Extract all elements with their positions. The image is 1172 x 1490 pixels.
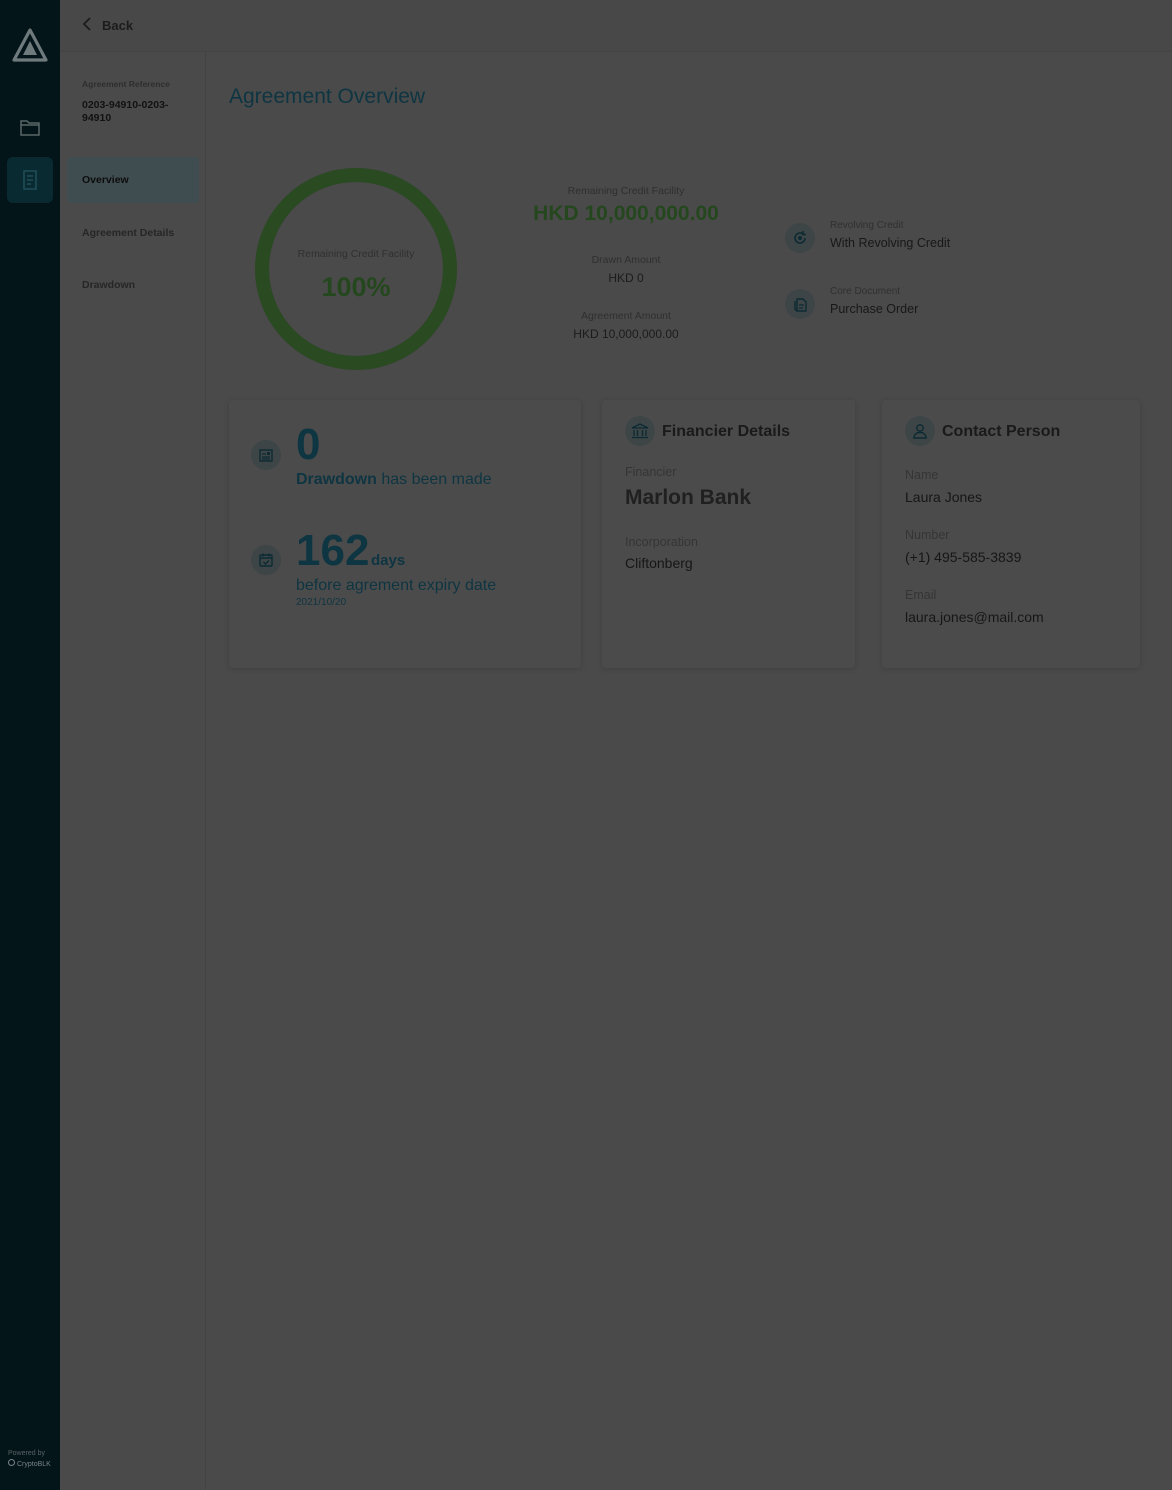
chevron-left-icon: [82, 16, 92, 35]
revolving-credit-label: Revolving Credit: [830, 220, 904, 231]
folder-icon[interactable]: [7, 104, 53, 150]
days-count: 162: [296, 526, 370, 575]
incorporation-value: Cliftonberg: [625, 555, 693, 571]
days-caption: before agrement expiry date: [296, 577, 497, 594]
revolving-credit-value: With Revolving Credit: [830, 236, 951, 250]
financier-details-title: Financier Details: [662, 423, 791, 440]
contact-email-value[interactable]: laura.jones@mail.com: [905, 609, 1044, 625]
financier-details-card: Financier Details Financier Marlon Bank …: [602, 400, 855, 668]
back-button[interactable]: Back: [82, 16, 133, 35]
drawn-amount-value: HKD 0: [608, 271, 644, 285]
drawdown-word: Drawdown: [296, 471, 377, 488]
top-bar: Back: [60, 0, 1172, 52]
financier-value: Marlon Bank: [625, 486, 752, 509]
contact-number-label: Number: [905, 528, 950, 542]
revolving-icon: [785, 223, 815, 253]
expiry-date: 2021/10/20: [296, 597, 347, 608]
contact-name-value: Laura Jones: [905, 489, 983, 505]
donut-fill: [255, 168, 457, 370]
donut-label: Remaining Credit Facility: [297, 248, 415, 260]
document-icon[interactable]: [7, 157, 53, 203]
sub-navigation: Agreement Reference 0203-94910-0203-9491…: [60, 52, 206, 1490]
core-document-value: Purchase Order: [830, 302, 919, 316]
powered-by-label: Powered by: [8, 1450, 45, 1457]
drawn-amount-label: Drawn Amount: [591, 254, 661, 266]
drawdown-icon: [251, 440, 281, 470]
documents-icon: [785, 289, 815, 319]
core-document-label: Core Document: [830, 286, 901, 297]
drawdown-caption: Drawdown has been made: [296, 471, 492, 489]
financier-label: Financier: [625, 465, 677, 479]
agreement-amount: Agreement Amount HKD 10,000,000.00: [520, 310, 732, 341]
incorporation-label: Incorporation: [625, 535, 698, 549]
core-document-attribute: Core Document Purchase Order: [785, 286, 918, 319]
back-label: Back: [102, 18, 134, 33]
days-label: days: [371, 552, 406, 569]
user-icon: [905, 416, 935, 446]
cryptoblk-icon: [8, 1459, 15, 1470]
remaining-credit-donut: [255, 168, 457, 370]
donut-percent: 100%: [321, 272, 391, 302]
agreement-amount-label: Agreement Amount: [581, 310, 671, 322]
calendar-icon: [251, 545, 281, 575]
drawdown-rest: has been made: [381, 471, 492, 488]
agreement-reference-value: 0203-94910-0203-94910: [82, 99, 169, 124]
remaining-credit-summary: Remaining Credit Facility HKD 10,000,000…: [520, 185, 732, 226]
contact-name-label: Name: [905, 468, 939, 482]
remaining-credit-label: Remaining Credit Facility: [567, 185, 685, 197]
contact-person-title: Contact Person: [942, 423, 1061, 440]
logo-icon[interactable]: [12, 28, 48, 62]
subnav-item-drawdown[interactable]: Drawdown: [67, 262, 199, 308]
app-rail: Powered by CryptoBLK: [0, 0, 60, 1490]
contact-email-label: Email: [905, 588, 937, 602]
drawdown-count: 0: [296, 420, 321, 469]
brand-name: CryptoBLK: [17, 1461, 51, 1468]
bank-icon: [625, 416, 655, 446]
revolving-credit-attribute: Revolving Credit With Revolving Credit: [785, 220, 950, 253]
remaining-credit-value: HKD 10,000,000.00: [533, 202, 719, 225]
drawn-amount: Drawn Amount HKD 0: [520, 254, 732, 285]
page-title: Agreement Overview: [229, 85, 426, 108]
agreement-amount-value: HKD 10,000,000.00: [573, 327, 679, 341]
agreement-reference-label: Agreement Reference: [82, 79, 170, 89]
contact-person-card: Contact Person Name Laura Jones Number (…: [882, 400, 1140, 668]
drawdown-stats-card: 0 Drawdown has been made 162 days before…: [229, 400, 581, 668]
contact-number-value: (+1) 495-585-3839: [905, 549, 1022, 565]
subnav-item-agreement-details[interactable]: Agreement Details: [67, 210, 199, 256]
subnav-item-overview[interactable]: Overview: [67, 157, 199, 203]
powered-by: Powered by CryptoBLK: [8, 1448, 51, 1470]
